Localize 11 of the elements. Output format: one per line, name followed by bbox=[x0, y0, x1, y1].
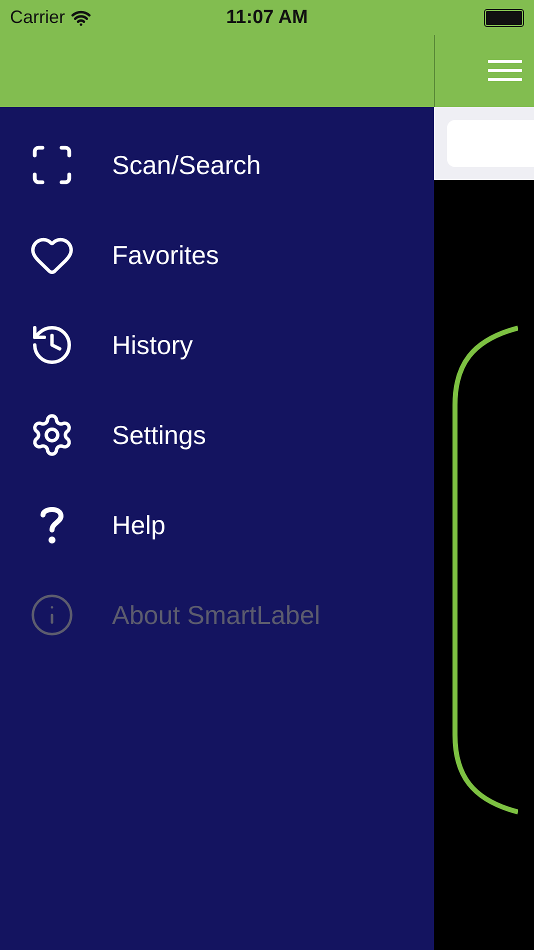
menu-item[interactable]: Scan/Search bbox=[0, 120, 434, 210]
menu-item[interactable]: Favorites bbox=[0, 210, 434, 300]
help-icon bbox=[39, 505, 65, 545]
menu-icon[interactable] bbox=[488, 60, 522, 82]
status-time: 11:07 AM bbox=[226, 6, 308, 28]
carrier-label: Carrier bbox=[10, 7, 66, 28]
info-icon bbox=[29, 592, 75, 638]
menu-item[interactable]: Help bbox=[0, 480, 434, 570]
battery-icon bbox=[484, 8, 524, 26]
menu-item[interactable]: History bbox=[0, 300, 434, 390]
menu-item[interactable]: Settings bbox=[0, 390, 434, 480]
